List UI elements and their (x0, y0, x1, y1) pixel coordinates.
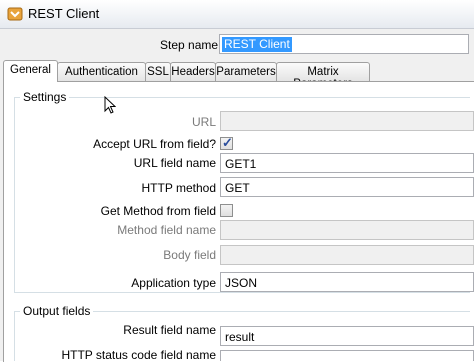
rest-client-app-icon (7, 7, 23, 21)
step-name-label: Step name (160, 38, 219, 52)
method-field-name-label: Method field name (117, 223, 216, 237)
accept-url-label: Accept URL from field? (93, 137, 216, 151)
accept-url-checkbox[interactable] (220, 135, 233, 151)
http-method-select[interactable]: GET (220, 177, 474, 197)
settings-group-title: Settings (20, 90, 70, 104)
tab-strip: General Authentication SSL Headers Param… (0, 60, 474, 90)
tab-label: Parameters (216, 66, 276, 78)
mouse-pointer-icon (104, 96, 116, 114)
result-field-name-value: result (225, 330, 255, 344)
tab-label: SSL (147, 66, 169, 78)
settings-group-border-bottom (14, 292, 470, 293)
tab-label: Headers (171, 66, 215, 78)
tab-general[interactable]: General (3, 60, 58, 82)
tab-parameters[interactable]: Parameters (215, 62, 277, 81)
http-method-label: HTTP method (141, 181, 216, 195)
tab-matrix-parameters[interactable]: Matrix Parameters (276, 62, 370, 90)
http-status-code-input[interactable] (220, 350, 474, 361)
url-field-name-input[interactable]: GET1 (220, 153, 474, 173)
url-field-name-label: URL field name (133, 156, 216, 170)
application-type-select[interactable]: JSON (220, 272, 474, 292)
body-field-input (220, 245, 474, 265)
output-group-title: Output fields (20, 304, 94, 318)
step-name-input[interactable]: REST Client (219, 34, 469, 54)
tab-label: Authentication (65, 66, 138, 78)
get-method-checkbox[interactable] (220, 204, 233, 217)
tab-ssl[interactable]: SSL (145, 62, 171, 81)
get-method-label: Get Method from field (100, 204, 216, 218)
window-title: REST Client (28, 6, 100, 21)
rest-client-dialog: REST Client Step name REST Client Genera… (0, 0, 474, 362)
url-label: URL (191, 115, 216, 129)
application-type-label: Application type (131, 276, 216, 290)
step-name-value: REST Client (222, 37, 292, 52)
tab-label: General (10, 64, 51, 76)
output-group-border-left (14, 311, 15, 361)
body-field-label: Body field (163, 248, 216, 262)
settings-group-border-left (14, 97, 15, 292)
url-input (220, 111, 474, 131)
http-status-code-label: HTTP status code field name (61, 348, 216, 362)
result-field-name-label: Result field name (123, 323, 216, 337)
result-field-name-input[interactable]: result (220, 326, 474, 346)
tab-headers[interactable]: Headers (170, 62, 216, 81)
url-field-name-value: GET1 (225, 157, 257, 171)
title-bar: REST Client (0, 0, 474, 29)
settings-group-border (14, 97, 470, 98)
application-type-value: JSON (225, 276, 258, 290)
http-method-value: GET (225, 181, 250, 195)
method-field-name-input (220, 220, 474, 240)
tab-authentication[interactable]: Authentication (57, 62, 146, 81)
